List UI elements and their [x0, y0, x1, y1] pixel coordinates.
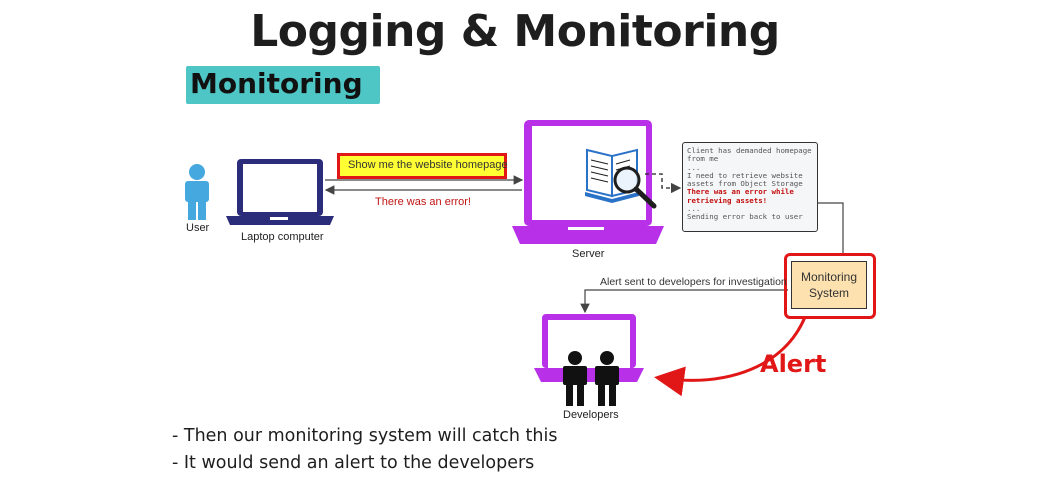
log-line: from me — [687, 154, 719, 164]
request-message-box: Show me the website homepage — [337, 153, 508, 179]
user-label: User — [186, 222, 210, 234]
monitoring-label-line1: Monitoring — [800, 270, 858, 284]
server-label: Server — [572, 248, 605, 260]
monitoring-system-highlight: Monitoring System — [784, 253, 876, 319]
bullet-point: - Then our monitoring system will catch … — [172, 426, 558, 446]
request-message: Show me the website homepage — [348, 159, 508, 171]
log-error-line: retrieving assets! — [687, 195, 768, 205]
developers-label: Developers — [563, 409, 619, 421]
monitoring-system-box: Monitoring System — [791, 261, 867, 309]
bullet-point: - It would send an alert to the develope… — [172, 453, 535, 473]
alert-label: Alert — [760, 350, 827, 378]
alert-sent-arrow — [580, 289, 788, 314]
log-line: Sending error back to user — [687, 212, 803, 222]
monitoring-label-line2: System — [808, 286, 849, 300]
developers-laptop-icon — [534, 314, 644, 382]
alert-sent-label: Alert sent to developers for investigati… — [600, 276, 787, 288]
user-icon — [185, 164, 209, 220]
server-log-panel: Client has demanded homepage from me ...… — [682, 142, 818, 232]
laptop-icon — [226, 159, 334, 225]
diagram-canvas — [185, 120, 844, 406]
error-message: There was an error! — [375, 196, 471, 208]
laptop-label: Laptop computer — [241, 231, 324, 243]
log-to-monitoring-line — [818, 202, 844, 256]
